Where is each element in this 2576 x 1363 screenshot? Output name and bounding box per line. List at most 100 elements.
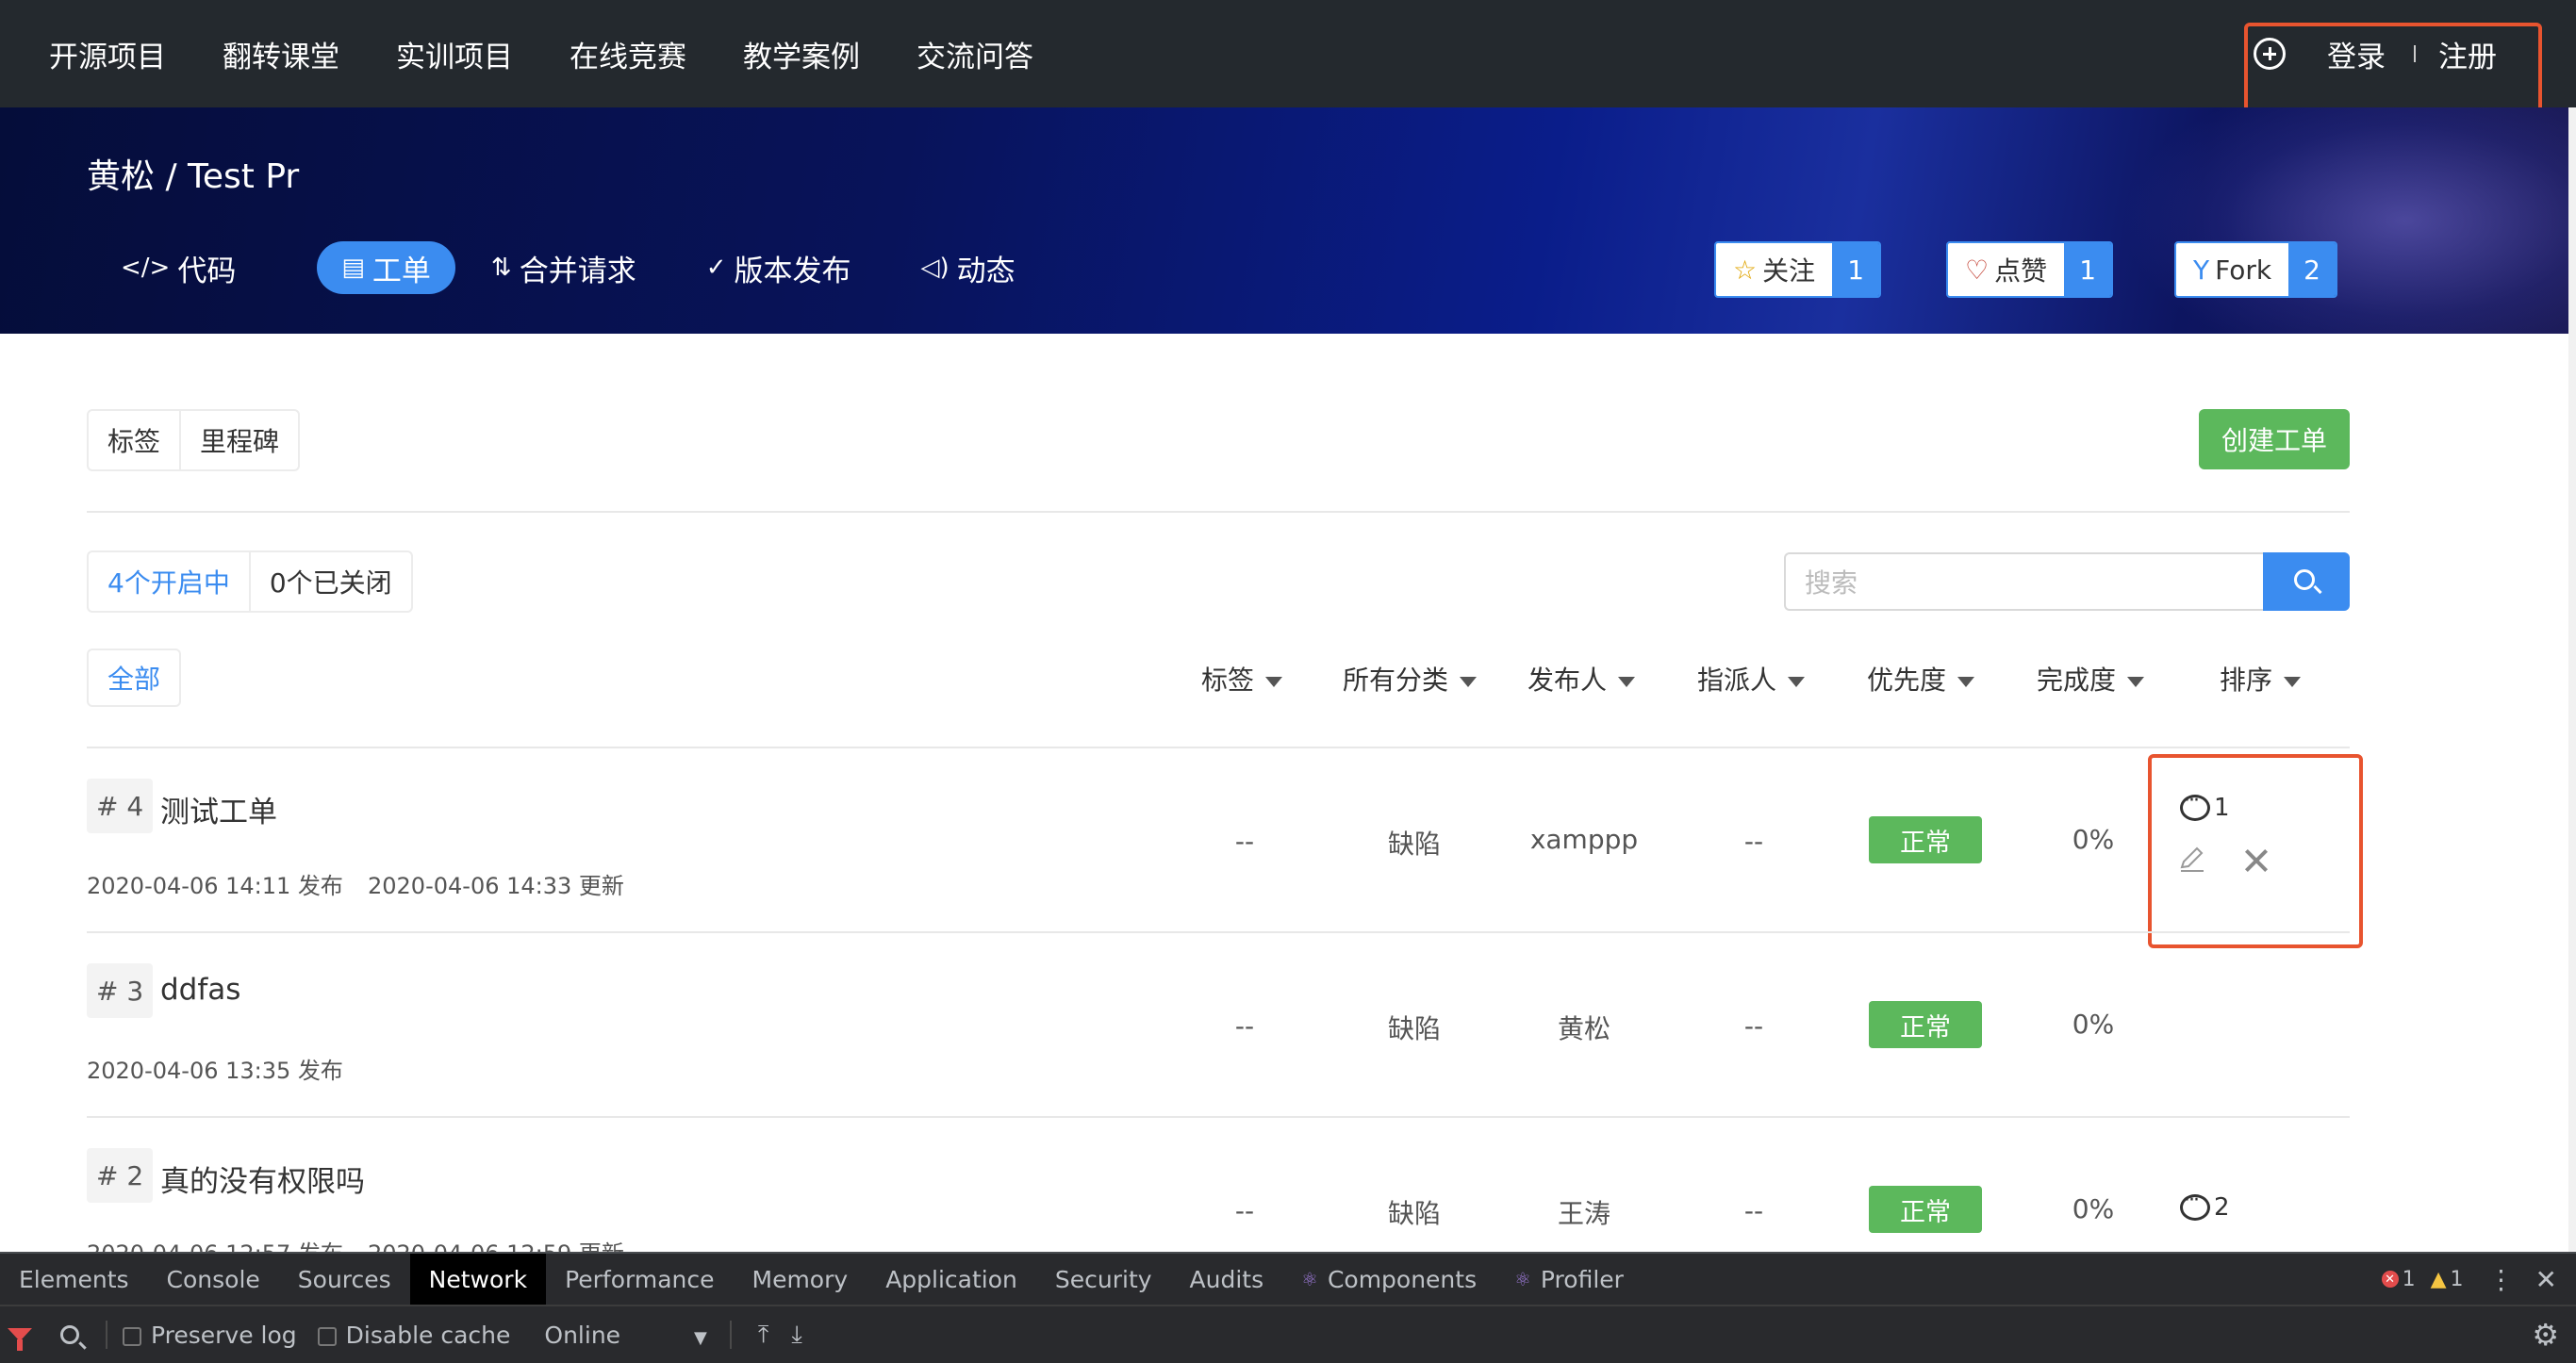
divider (729, 1321, 732, 1349)
page-scrollbar[interactable] (2568, 107, 2576, 1252)
watch-count: 1 (1832, 243, 1880, 296)
menu-qa[interactable]: 交流问答 (916, 33, 1033, 75)
checkbox (317, 1326, 337, 1346)
export-har-icon[interactable]: ⤓ (791, 1321, 802, 1350)
search-button[interactable] (2263, 552, 2350, 611)
menu-flipped-class[interactable]: 翻转课堂 (223, 33, 339, 75)
react-icon: ⚛ (1301, 1268, 1318, 1290)
search-input[interactable]: 搜索 (1784, 552, 2263, 611)
filter-icon[interactable] (8, 1328, 32, 1351)
error-count[interactable]: 1 (2403, 1268, 2416, 1291)
filter-progress[interactable]: 完成度 (2037, 660, 2144, 698)
devtools-tab-network[interactable]: Network (409, 1254, 547, 1305)
devtools-tab-elements[interactable]: Elements (0, 1254, 148, 1305)
divider (87, 1116, 2350, 1118)
divider (87, 747, 2350, 748)
network-toolbar: Preserve log Disable cache Online ▼ ⤒ ⤓ ⚙ (0, 1305, 2576, 1363)
star-icon: ☆ (1733, 254, 1758, 286)
chevron-down-icon: ▼ (694, 1327, 707, 1348)
issue-created: 2020-04-06 14:11 发布 (87, 873, 343, 899)
issue-title[interactable]: 测试工单 (160, 788, 277, 830)
label-milestone-switch: 标签 里程碑 (87, 409, 301, 471)
close-devtools-icon[interactable]: ✕ (2535, 1264, 2557, 1295)
banner-decoration (2122, 107, 2568, 334)
tab-code[interactable]: </> 代码 (113, 241, 243, 294)
gear-icon[interactable]: ⚙ (2532, 1317, 2559, 1353)
tab-releases[interactable]: ✓ 版本发布 (699, 241, 859, 294)
speaker-icon: ◁) (920, 254, 949, 282)
devtools-tab-performance[interactable]: Performance (546, 1254, 733, 1305)
issue-number: # 3 (87, 963, 154, 1018)
search-icon (2294, 569, 2315, 590)
check-circle-icon: ✓ (705, 254, 727, 282)
like-button[interactable]: ♡ 点赞 1 (1946, 241, 2114, 298)
search-icon[interactable] (60, 1325, 79, 1344)
issue-category: 缺陷 (1387, 829, 1441, 860)
comment-number: 2 (2214, 1193, 2230, 1222)
code-icon: </> (121, 254, 171, 282)
search-icon-handle (2313, 584, 2322, 595)
comment-icon (2180, 1189, 2210, 1221)
checkbox-label: Disable cache (345, 1321, 511, 1349)
divider (106, 1321, 107, 1349)
menu-training[interactable]: 实训项目 (396, 33, 513, 75)
filter-assignee[interactable]: 指派人 (1697, 660, 1805, 698)
filter-category[interactable]: 所有分类 (1343, 660, 1477, 698)
all-filter-button[interactable]: 全部 (89, 650, 179, 705)
devtools-tab-audits[interactable]: Audits (1171, 1254, 1283, 1305)
import-har-icon[interactable]: ⤒ (758, 1321, 769, 1350)
menu-open-source[interactable]: 开源项目 (49, 33, 166, 75)
labels-button[interactable]: 标签 (89, 411, 179, 469)
issue-title[interactable]: 真的没有权限吗 (160, 1158, 365, 1200)
issue-progress: 0% (2072, 1009, 2115, 1040)
issue-assignee: -- (1743, 1010, 1764, 1042)
fork-label: Fork (2215, 254, 2272, 286)
priority-badge: 正常 (1869, 1186, 1982, 1233)
tab-pull-requests[interactable]: ⇅ 合并请求 (484, 241, 644, 294)
milestones-button[interactable]: 里程碑 (179, 411, 298, 469)
watch-button[interactable]: ☆ 关注 1 (1714, 241, 1882, 298)
issue-number: # 4 (87, 779, 154, 833)
heart-icon: ♡ (1965, 254, 1990, 286)
issue-title[interactable]: ddfas (160, 973, 240, 1007)
throttle-value: Online (544, 1321, 621, 1349)
devtools-tab-application[interactable]: Application (867, 1254, 1036, 1305)
priority-badge: 正常 (1869, 1001, 1982, 1048)
open-issues-tab[interactable]: 4个开启中 (89, 552, 249, 611)
filter-author[interactable]: 发布人 (1527, 660, 1635, 698)
menu-contest[interactable]: 在线竞赛 (570, 33, 686, 75)
filter-sort[interactable]: 排序 (2220, 660, 2301, 698)
issue-created: 2020-04-06 13:35 发布 (87, 1058, 343, 1084)
tab-issues[interactable]: ▤ 工单 (317, 241, 455, 294)
tab-activity[interactable]: ◁) 动态 (914, 241, 1023, 294)
devtools-tab-memory[interactable]: Memory (734, 1254, 867, 1305)
filter-tag[interactable]: 标签 (1201, 660, 1282, 698)
top-nav: 开源项目 翻转课堂 实训项目 在线竞赛 教学案例 交流问答 登录 注册 (0, 0, 2576, 107)
disable-cache-checkbox[interactable]: Disable cache (317, 1321, 511, 1349)
devtools-status: ✕ 1 ▲ 1 ⋮ ✕ (2381, 1254, 2557, 1305)
divider (87, 931, 2350, 933)
priority-badge: 正常 (1869, 816, 1982, 863)
devtools-tab-console[interactable]: Console (148, 1254, 279, 1305)
tab-label: 版本发布 (734, 254, 851, 288)
comment-count[interactable]: 2 (2180, 1189, 2230, 1222)
fork-button[interactable]: Y Fork 2 (2174, 241, 2338, 298)
throttle-select[interactable]: Online ▼ (544, 1322, 706, 1349)
status-switch: 4个开启中 0个已关闭 (87, 550, 413, 613)
tab-label: 合并请求 (519, 254, 636, 288)
closed-issues-tab[interactable]: 0个已关闭 (248, 552, 411, 611)
kebab-menu-icon[interactable]: ⋮ (2488, 1264, 2515, 1295)
create-issue-button[interactable]: 创建工单 (2199, 409, 2350, 469)
devtools-tab-profiler[interactable]: ⚛ Profiler (1495, 1254, 1643, 1305)
devtools-tab-security[interactable]: Security (1036, 1254, 1171, 1305)
menu-cases[interactable]: 教学案例 (743, 33, 860, 75)
devtools-tabs: Elements Console Sources Network Perform… (0, 1254, 1643, 1305)
issue-author: 王涛 (1557, 1198, 1610, 1229)
filter-priority[interactable]: 优先度 (1867, 660, 1974, 698)
preserve-log-checkbox[interactable]: Preserve log (123, 1322, 297, 1349)
devtools-tab-components[interactable]: ⚛ Components (1282, 1254, 1495, 1305)
devtools-tab-sources[interactable]: Sources (279, 1254, 410, 1305)
fork-count: 2 (2288, 243, 2337, 296)
issue-updated: 2020-04-06 14:33 更新 (368, 873, 624, 899)
warning-count[interactable]: 1 (2451, 1268, 2464, 1291)
